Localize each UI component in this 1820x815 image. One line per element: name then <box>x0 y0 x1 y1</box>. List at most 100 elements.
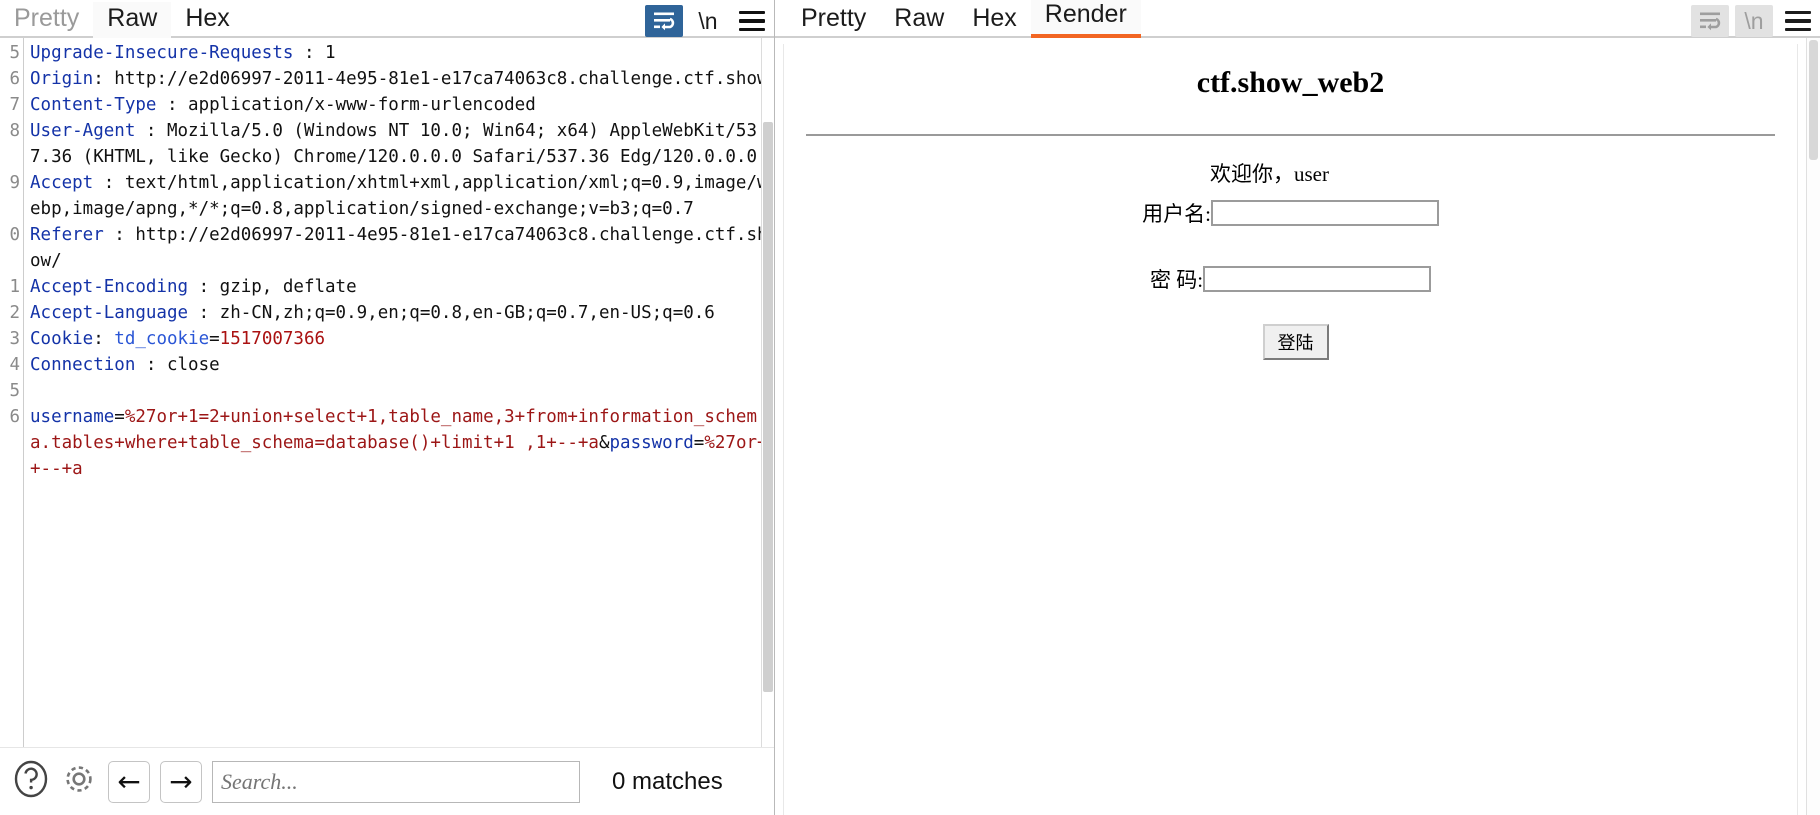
code-span: = <box>114 407 125 427</box>
search-input[interactable] <box>212 760 580 803</box>
response-vertical-scrollbar[interactable] <box>1806 38 1820 815</box>
newline-toggle-button[interactable]: \n <box>689 5 727 37</box>
username-label: 用户名: <box>1142 202 1211 226</box>
tab-response-raw[interactable]: Raw <box>880 2 958 38</box>
code-span: text/html,application/xhtml+xml,applicat… <box>30 173 768 219</box>
code-span: http://e2d06997-2011-4e95-81e1-e17ca7406… <box>30 225 768 271</box>
request-panel: Pretty Raw Hex \n 5 Upgrade-Insecure-Req… <box>0 0 775 815</box>
request-tabbar: Pretty Raw Hex \n <box>0 0 774 38</box>
code-span: td_cookie <box>114 329 210 349</box>
tab-response-render[interactable]: Render <box>1030 0 1141 38</box>
code-span: http://e2d06997-2011-4e95-81e1-e17ca7406… <box>114 69 768 89</box>
tab-request-pretty[interactable]: Pretty <box>0 2 93 38</box>
line-number: 0 <box>9 225 20 245</box>
line-number: 7 <box>9 95 20 115</box>
match-count-label: 0 matches <box>612 767 723 795</box>
gear-icon[interactable] <box>60 760 98 803</box>
code-span: : <box>188 303 220 323</box>
request-line: 0 Referer : http://e2d06997-2011-4e95-81e… <box>0 222 774 274</box>
code-span: Upgrade-Insecure-Requests <box>30 43 294 63</box>
line-number: 5 <box>9 381 20 401</box>
username-row: 用户名: <box>784 198 1797 228</box>
line-number: 3 <box>9 329 20 349</box>
rendered-response-area: ctf.show_web2 欢迎你，user 用户名: 密 码: 登陆 <box>775 38 1820 815</box>
newline-toggle-button[interactable]: \n <box>1735 5 1773 37</box>
line-number: 9 <box>9 173 20 193</box>
line-content: Cookie: td_cookie=1517007366 <box>22 326 774 352</box>
response-menu-button[interactable] <box>1779 5 1817 37</box>
line-content <box>22 378 774 404</box>
word-wrap-icon[interactable] <box>1691 5 1729 37</box>
code-span: gzip, deflate <box>219 277 357 297</box>
code-span: 1517007366 <box>219 329 326 349</box>
line-number: 8 <box>9 121 20 141</box>
scrollbar-thumb[interactable] <box>1809 40 1818 160</box>
line-content: Accept : text/html,application/xhtml+xml… <box>22 170 774 222</box>
code-span: close <box>166 355 220 375</box>
login-form: 欢迎你，user 用户名: 密 码: 登陆 <box>784 158 1797 360</box>
code-span: username <box>30 407 115 427</box>
welcome-message: 欢迎你，user <box>1210 162 1329 186</box>
request-line: 1 Accept-Encoding : gzip, deflate <box>0 274 774 300</box>
code-span: Accept <box>30 173 94 193</box>
request-menu-button[interactable] <box>733 5 771 37</box>
password-input[interactable] <box>1203 266 1432 292</box>
code-span: Referer <box>30 225 104 245</box>
search-prev-button[interactable]: ← <box>108 760 150 803</box>
tab-response-pretty[interactable]: Pretty <box>787 2 880 38</box>
line-content: Connection : close <box>22 352 774 378</box>
code-span: : <box>103 225 136 245</box>
burp-message-editor: Pretty Raw Hex \n 5 Upgrade-Insecure-Req… <box>0 0 1820 815</box>
code-span: User-Agent <box>30 121 136 141</box>
submit-row: 登陆 <box>794 324 1797 360</box>
line-number: 6 <box>9 407 20 427</box>
code-span: = <box>209 329 220 349</box>
line-number: 5 <box>9 43 20 63</box>
code-span: : <box>135 355 167 375</box>
request-line: 5 Upgrade-Insecure-Requests : 1 <box>0 40 774 66</box>
code-span: Origin <box>30 69 94 89</box>
line-content: Accept-Encoding : gzip, deflate <box>22 274 774 300</box>
code-span: & <box>598 433 610 453</box>
line-number: 1 <box>9 277 20 297</box>
scrollbar-thumb[interactable] <box>763 122 773 692</box>
code-span: : <box>93 69 115 89</box>
request-editor[interactable]: 5 Upgrade-Insecure-Requests : 1 6 Origin: h… <box>0 38 774 747</box>
request-line: 8 User-Agent : Mozilla/5.0 (Windows NT 10… <box>0 118 774 170</box>
request-line: 6 username=%27or+1=2+union+select+1,table… <box>0 404 774 482</box>
username-input[interactable] <box>1210 200 1439 226</box>
request-line: 4 Connection : close <box>0 352 774 378</box>
request-line: 7 Content-Type : application/x-www-form-u… <box>0 92 774 118</box>
login-button[interactable]: 登陆 <box>1262 324 1329 360</box>
response-panel: Pretty Raw Hex Render \n ctf.show_web2 欢… <box>775 0 1820 815</box>
code-span: 1 <box>325 43 336 63</box>
line-number: 4 <box>9 355 20 375</box>
tab-response-hex[interactable]: Hex <box>958 2 1030 38</box>
request-vertical-scrollbar[interactable] <box>761 38 774 747</box>
code-span: Connection <box>30 355 136 375</box>
hamburger-menu-icon <box>1785 10 1811 32</box>
gutter-divider <box>23 38 24 747</box>
code-span: application/x-www-form-urlencoded <box>188 95 536 115</box>
tab-request-raw[interactable]: Raw <box>93 2 172 38</box>
password-row: 密 码: <box>784 264 1797 294</box>
question-mark-icon[interactable] <box>12 760 50 803</box>
horizontal-rule <box>806 134 1775 136</box>
code-span: Content-Type <box>30 95 157 115</box>
code-span: Accept-Encoding <box>30 277 189 297</box>
request-search-toolbar: ← → 0 matches <box>0 747 774 815</box>
page-title: ctf.show_web2 <box>1196 66 1385 99</box>
password-label: 密 码: <box>1149 268 1204 292</box>
newline-label: \n <box>698 7 718 34</box>
word-wrap-icon[interactable] <box>645 5 683 37</box>
request-line: 3 Cookie: td_cookie=1517007366 <box>0 326 774 352</box>
rendered-page: ctf.show_web2 欢迎你，user 用户名: 密 码: 登陆 <box>783 44 1798 815</box>
tab-request-hex[interactable]: Hex <box>171 2 243 38</box>
line-number: 2 <box>9 303 20 323</box>
code-span: zh-CN,zh;q=0.9,en;q=0.8,en-GB;q=0.7,en-U… <box>219 303 715 323</box>
code-span: : <box>156 95 189 115</box>
code-span: : <box>293 43 326 63</box>
line-content: Content-Type : application/x-www-form-ur… <box>22 92 774 118</box>
search-next-button[interactable]: → <box>160 760 202 803</box>
code-span: = <box>693 433 705 453</box>
